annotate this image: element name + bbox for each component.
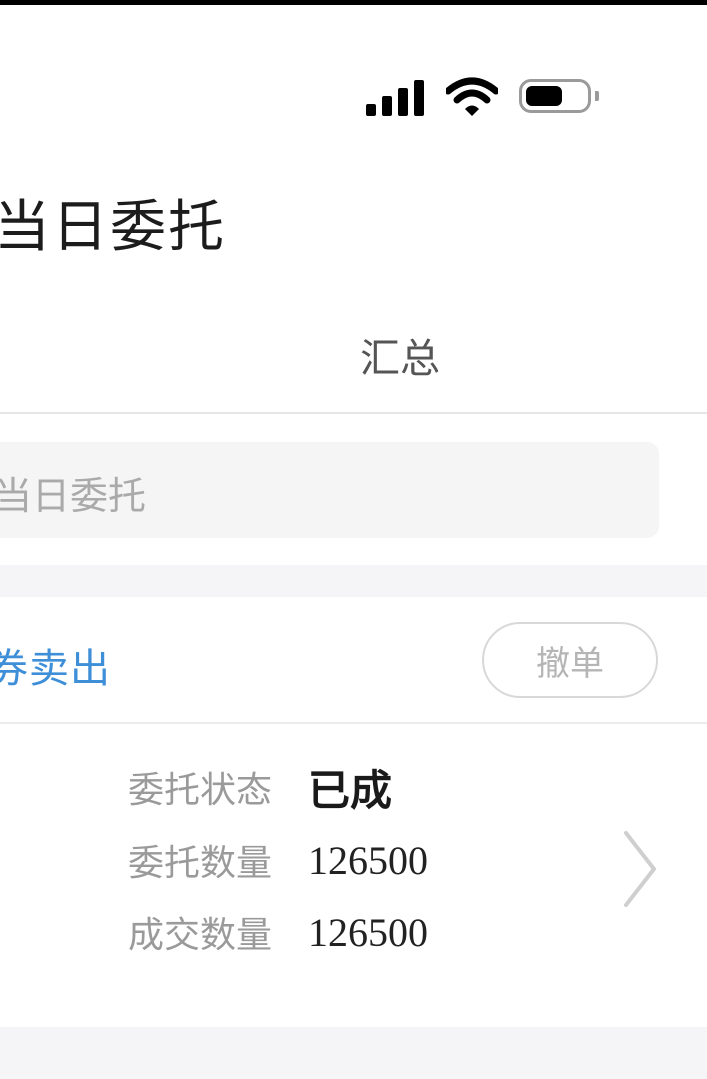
battery-icon — [519, 79, 591, 113]
order-card[interactable]: 券卖出 撤单 委托状态 已成 委托数量 126500 成交数量 126500 — [0, 597, 707, 1027]
battery-cap — [595, 91, 599, 101]
order-type-label: 券卖出 — [0, 646, 111, 692]
order-quantity-row: 委托数量 126500 — [128, 835, 428, 885]
order-status-value: 已成 — [308, 765, 393, 815]
order-status-row: 委托状态 已成 — [128, 762, 392, 815]
filled-quantity-row: 成交数量 126500 — [128, 907, 428, 957]
order-quantity-value: 126500 — [308, 837, 428, 883]
chevron-right-icon[interactable] — [620, 829, 660, 909]
search-placeholder: 当日委托 — [0, 474, 147, 518]
filled-quantity-label: 成交数量 — [128, 915, 273, 956]
wifi-icon — [446, 77, 498, 116]
status-bar — [0, 60, 707, 130]
tab-summary[interactable]: 汇总 — [360, 326, 440, 384]
filled-quantity-value: 126500 — [308, 909, 428, 955]
order-status-label: 委托状态 — [128, 770, 273, 811]
tab-divider — [0, 412, 707, 414]
search-input[interactable]: 当日委托 — [0, 442, 659, 538]
order-quantity-label: 委托数量 — [128, 843, 273, 884]
signal-bars-icon — [366, 80, 426, 116]
battery-level — [526, 86, 562, 106]
card-divider — [0, 722, 707, 724]
page-title: 当日委托 — [0, 195, 226, 260]
cancel-order-button[interactable]: 撤单 — [482, 622, 658, 698]
